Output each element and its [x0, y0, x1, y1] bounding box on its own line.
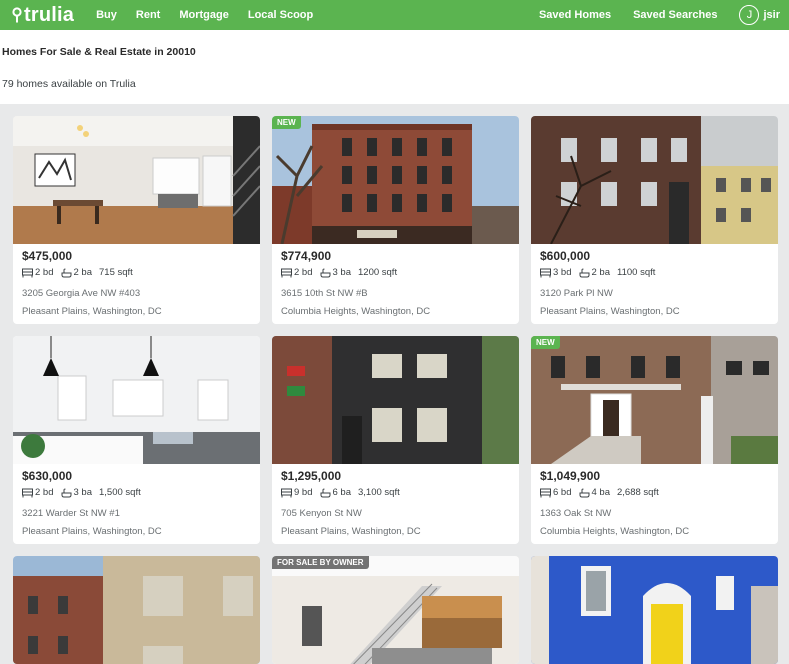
listing-card[interactable] [13, 556, 260, 664]
listing-neighborhood: Pleasant Plains, Washington, DC [540, 306, 680, 317]
listing-photo[interactable] [531, 116, 778, 244]
sqft: 1100 sqft [617, 267, 656, 278]
for-sale-by-owner-badge: FOR SALE BY OWNER [272, 556, 369, 569]
beds-count: 3 bd [553, 267, 572, 278]
baths-count: 2 ba [73, 267, 93, 278]
listing-price: $1,049,900 [540, 469, 601, 483]
baths-count: 6 ba [332, 487, 352, 498]
listing-photo[interactable] [13, 116, 260, 244]
listing-photo[interactable] [272, 336, 519, 464]
nav-local-scoop[interactable]: Local Scoop [248, 9, 313, 21]
bed-icon [22, 488, 33, 497]
listing-card[interactable]: $600,000 3 bd 2 ba 1100 sqft 3120 Park P… [531, 116, 778, 324]
bath-icon [61, 488, 71, 497]
listing-price: $630,000 [22, 469, 73, 483]
bath-icon [61, 268, 71, 277]
listing-details: 6 bd 4 ba 2,688 sqft [540, 487, 666, 498]
listing-address[interactable]: 3205 Georgia Ave NW #403 [22, 288, 140, 299]
main-nav: Buy Rent Mortgage Local Scoop [96, 9, 332, 21]
sqft: 1,500 sqft [99, 487, 141, 498]
bed-icon [281, 268, 292, 277]
listing-neighborhood: Pleasant Plains, Washington, DC [22, 526, 162, 537]
sqft: 3,100 sqft [358, 487, 400, 498]
beds-count: 6 bd [553, 487, 572, 498]
nav-rent[interactable]: Rent [136, 9, 160, 21]
listing-card[interactable]: $475,000 2 bd 2 ba 715 sqft 3205 Georgia… [13, 116, 260, 324]
nav-buy[interactable]: Buy [96, 9, 117, 21]
listing-details: 2 bd 3 ba 1200 sqft [281, 267, 404, 278]
bath-icon [579, 268, 589, 277]
baths-count: 2 ba [591, 267, 611, 278]
bed-icon [540, 268, 551, 277]
listing-card[interactable]: $630,000 2 bd 3 ba 1,500 sqft 3221 Warde… [13, 336, 260, 544]
beds-count: 2 bd [294, 267, 313, 278]
listing-details: 2 bd 2 ba 715 sqft [22, 267, 140, 278]
listing-price: $774,900 [281, 249, 332, 263]
results-count: 79 homes available on Trulia [2, 78, 136, 90]
bed-icon [22, 268, 33, 277]
listing-card[interactable] [531, 556, 778, 664]
listing-neighborhood: Columbia Heights, Washington, DC [540, 526, 690, 537]
beds-count: 2 bd [35, 267, 54, 278]
bed-icon [281, 488, 292, 497]
listing-address[interactable]: 3615 10th St NW #B [281, 288, 368, 299]
beds-count: 2 bd [35, 487, 54, 498]
listing-address[interactable]: 3221 Warder St NW #1 [22, 508, 120, 519]
listing-neighborhood: Pleasant Plains, Washington, DC [22, 306, 162, 317]
new-badge: NEW [531, 336, 560, 349]
avatar[interactable]: J [739, 5, 760, 25]
sqft: 1200 sqft [358, 267, 398, 278]
bed-icon [540, 488, 551, 497]
sqft: 2,688 sqft [617, 487, 659, 498]
location-pin-icon [12, 7, 22, 23]
listing-price: $1,295,000 [281, 469, 342, 483]
listing-photo[interactable] [531, 556, 778, 664]
top-nav-bar: trulia Buy Rent Mortgage Local Scoop Sav… [0, 0, 789, 30]
listing-details: 9 bd 6 ba 3,100 sqft [281, 487, 407, 498]
listing-photo[interactable] [272, 116, 519, 244]
bath-icon [320, 268, 330, 277]
listing-photo[interactable] [13, 336, 260, 464]
listing-address[interactable]: 1363 Oak St NW [540, 508, 611, 519]
listing-card[interactable]: NEW $774,900 2 bd 3 ba 1200 sqft 3615 10… [272, 116, 519, 324]
listing-price: $600,000 [540, 249, 591, 263]
bath-icon [320, 488, 330, 497]
beds-count: 9 bd [294, 487, 313, 498]
bath-icon [579, 488, 589, 497]
logo-text: trulia [24, 3, 75, 26]
saved-searches-link[interactable]: Saved Searches [633, 9, 717, 21]
listing-price: $475,000 [22, 249, 73, 263]
listing-photo[interactable] [272, 556, 519, 664]
listing-photo[interactable] [13, 556, 260, 664]
new-badge: NEW [272, 116, 301, 129]
baths-count: 4 ba [591, 487, 611, 498]
trulia-logo[interactable]: trulia [12, 4, 74, 27]
listing-neighborhood: Pleasant Plains, Washington, DC [281, 526, 421, 537]
listing-card[interactable]: NEW $1,049,900 6 bd 4 ba 2,688 sqft 1363… [531, 336, 778, 544]
baths-count: 3 ba [73, 487, 93, 498]
listing-address[interactable]: 705 Kenyon St NW [281, 508, 362, 519]
user-nav: Saved Homes Saved Searches J jsir [539, 0, 789, 30]
page-title: Homes For Sale & Real Estate in 20010 [2, 46, 196, 58]
username[interactable]: jsir [763, 9, 780, 21]
nav-mortgage[interactable]: Mortgage [179, 9, 229, 21]
sqft: 715 sqft [99, 267, 133, 278]
listing-neighborhood: Columbia Heights, Washington, DC [281, 306, 431, 317]
listing-card[interactable]: FOR SALE BY OWNER [272, 556, 519, 664]
saved-homes-link[interactable]: Saved Homes [539, 9, 611, 21]
listing-card[interactable]: $1,295,000 9 bd 6 ba 3,100 sqft 705 Keny… [272, 336, 519, 544]
listing-details: 3 bd 2 ba 1100 sqft [540, 267, 662, 278]
listing-details: 2 bd 3 ba 1,500 sqft [22, 487, 148, 498]
listing-photo[interactable] [531, 336, 778, 464]
baths-count: 3 ba [332, 267, 352, 278]
listing-address[interactable]: 3120 Park Pl NW [540, 288, 613, 299]
